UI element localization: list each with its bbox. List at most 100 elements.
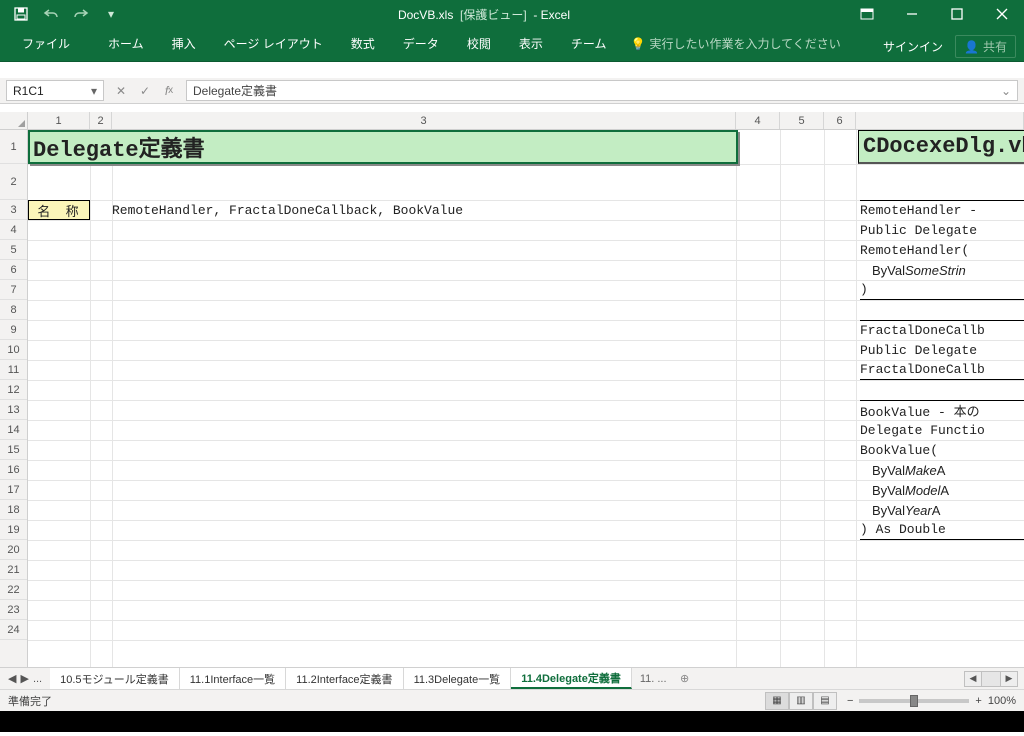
tab-view[interactable]: 表示 xyxy=(505,29,557,58)
cancel-formula-icon[interactable]: ✕ xyxy=(110,81,132,101)
tab-team[interactable]: チーム xyxy=(557,29,621,58)
col-header-6[interactable]: 6 xyxy=(824,112,856,129)
tab-pagelayout[interactable]: ページ レイアウト xyxy=(210,29,337,58)
row-header-3[interactable]: 3 xyxy=(0,200,27,220)
row-header-21[interactable]: 21 xyxy=(0,560,27,580)
code-line-18[interactable]: ByVal Year A xyxy=(860,500,1024,520)
code-line-16[interactable]: ByVal Make A xyxy=(860,460,1024,480)
row-header-22[interactable]: 22 xyxy=(0,580,27,600)
row-header-23[interactable]: 23 xyxy=(0,600,27,620)
sheet-nav-prev-icon[interactable]: ◀ xyxy=(8,672,16,685)
close-button[interactable] xyxy=(979,0,1024,28)
code-line-3[interactable]: RemoteHandler - xyxy=(860,200,1024,220)
qat-customize-icon[interactable]: ▾ xyxy=(98,3,124,25)
col-header-1[interactable]: 1 xyxy=(28,112,90,129)
row-header-4[interactable]: 4 xyxy=(0,220,27,240)
hscroll-left-icon[interactable]: ◀ xyxy=(964,671,982,687)
sheet-nav-ellipsis[interactable]: ... xyxy=(33,673,42,685)
sheet-tab-2[interactable]: 11.2Interface定義書 xyxy=(286,668,403,689)
select-all-cell[interactable] xyxy=(0,112,28,129)
horizontal-scrollbar[interactable]: ◀ ▶ xyxy=(964,668,1024,689)
code-line-13[interactable]: BookValue - 本の xyxy=(860,400,1024,420)
zoom-level[interactable]: 100% xyxy=(988,695,1016,707)
col-header-4[interactable]: 4 xyxy=(736,112,780,129)
sheet-tab-0[interactable]: 10.5モジュール定義書 xyxy=(50,668,180,689)
row-header-14[interactable]: 14 xyxy=(0,420,27,440)
tab-data[interactable]: データ xyxy=(389,29,453,58)
code-line-7[interactable]: ) xyxy=(860,280,1024,300)
sheet-nav-next-icon[interactable]: ▶ xyxy=(20,672,28,685)
view-pagebreak-icon[interactable]: ▤ xyxy=(813,692,837,710)
fx-icon[interactable]: fx xyxy=(158,81,180,101)
col-header-5[interactable]: 5 xyxy=(780,112,824,129)
col-header-rest[interactable] xyxy=(856,112,1024,129)
row-header-9[interactable]: 9 xyxy=(0,320,27,340)
row-header-7[interactable]: 7 xyxy=(0,280,27,300)
zoom-slider[interactable] xyxy=(859,699,969,703)
row-header-6[interactable]: 6 xyxy=(0,260,27,280)
col-header-2[interactable]: 2 xyxy=(90,112,112,129)
view-normal-icon[interactable]: ▦ xyxy=(765,692,789,710)
row-header-17[interactable]: 17 xyxy=(0,480,27,500)
col-header-3[interactable]: 3 xyxy=(112,112,736,129)
name-box[interactable]: R1C1 ▾ xyxy=(6,80,104,101)
tab-formulas[interactable]: 数式 xyxy=(337,29,389,58)
zoom-out-button[interactable]: − xyxy=(847,695,853,707)
row-header-15[interactable]: 15 xyxy=(0,440,27,460)
cell-title-right[interactable]: CDocexeDlg.vb xyxy=(858,130,1024,164)
formula-expand-icon[interactable]: ⌄ xyxy=(1001,84,1011,98)
row-header-2[interactable]: 2 xyxy=(0,164,27,200)
tab-home[interactable]: ホーム xyxy=(94,29,158,58)
cell-r3c1-label[interactable]: 名 称 xyxy=(28,200,90,220)
hscroll-right-icon[interactable]: ▶ xyxy=(1000,671,1018,687)
title-mode: [保護ビュー] xyxy=(460,8,527,22)
zoom-in-button[interactable]: + xyxy=(975,695,981,707)
tell-me[interactable]: 💡 実行したい作業を入力してください xyxy=(620,29,850,58)
save-icon[interactable] xyxy=(8,3,34,25)
row-header-16[interactable]: 16 xyxy=(0,460,27,480)
signin-link[interactable]: サインイン xyxy=(883,38,943,55)
row-header-11[interactable]: 11 xyxy=(0,360,27,380)
tab-review[interactable]: 校閲 xyxy=(453,29,505,58)
row-header-12[interactable]: 12 xyxy=(0,380,27,400)
sheet-tab-4[interactable]: 11.4Delegate定義書 xyxy=(511,668,632,689)
row-header-24[interactable]: 24 xyxy=(0,620,27,640)
code-line-6[interactable]: ByVal SomeStrin xyxy=(860,260,1024,280)
row-header-1[interactable]: 1 xyxy=(0,130,27,164)
name-box-dropdown-icon[interactable]: ▾ xyxy=(91,84,97,98)
ribbon-display-options-icon[interactable] xyxy=(844,0,889,28)
code-line-17[interactable]: ByVal Model A xyxy=(860,480,1024,500)
code-line-11[interactable]: FractalDoneCallb xyxy=(860,360,1024,380)
enter-formula-icon[interactable]: ✓ xyxy=(134,81,156,101)
code-line-9[interactable]: FractalDoneCallb xyxy=(860,320,1024,340)
row-header-13[interactable]: 13 xyxy=(0,400,27,420)
code-line-15[interactable]: BookValue( xyxy=(860,440,1024,460)
tab-file[interactable]: ファイル xyxy=(8,29,84,58)
formula-input[interactable]: Delegate定義書 ⌄ xyxy=(186,80,1018,101)
row-header-19[interactable]: 19 xyxy=(0,520,27,540)
minimize-button[interactable] xyxy=(889,0,934,28)
row-header-20[interactable]: 20 xyxy=(0,540,27,560)
code-line-4[interactable]: Public Delegate xyxy=(860,220,1024,240)
row-header-18[interactable]: 18 xyxy=(0,500,27,520)
sheet-tab-3[interactable]: 11.3Delegate一覧 xyxy=(404,668,512,689)
cell-r3-value[interactable]: RemoteHandler, FractalDoneCallback, Book… xyxy=(112,200,463,220)
cell-title-left[interactable]: Delegate定義書 xyxy=(28,130,738,164)
code-line-5[interactable]: RemoteHandler( xyxy=(860,240,1024,260)
view-pagelayout-icon[interactable]: ▥ xyxy=(789,692,813,710)
code-line-10[interactable]: Public Delegate xyxy=(860,340,1024,360)
undo-icon[interactable] xyxy=(38,3,64,25)
row-header-8[interactable]: 8 xyxy=(0,300,27,320)
row-header-5[interactable]: 5 xyxy=(0,240,27,260)
code-line-19[interactable]: ) As Double xyxy=(860,520,1024,540)
sheet-tab-1[interactable]: 11.1Interface一覧 xyxy=(180,668,286,689)
row-header-10[interactable]: 10 xyxy=(0,340,27,360)
sheet-tab-more[interactable]: 11. ... xyxy=(632,668,675,689)
worksheet-grid[interactable]: 1 2 3 4 5 6 7 8 9 10 11 12 13 14 15 16 1… xyxy=(0,130,1024,667)
share-button[interactable]: 👤 共有 xyxy=(955,35,1016,58)
add-sheet-button[interactable]: ⊕ xyxy=(675,668,695,689)
maximize-button[interactable] xyxy=(934,0,979,28)
code-line-14[interactable]: Delegate Functio xyxy=(860,420,1024,440)
tab-insert[interactable]: 挿入 xyxy=(158,29,210,58)
redo-icon[interactable] xyxy=(68,3,94,25)
